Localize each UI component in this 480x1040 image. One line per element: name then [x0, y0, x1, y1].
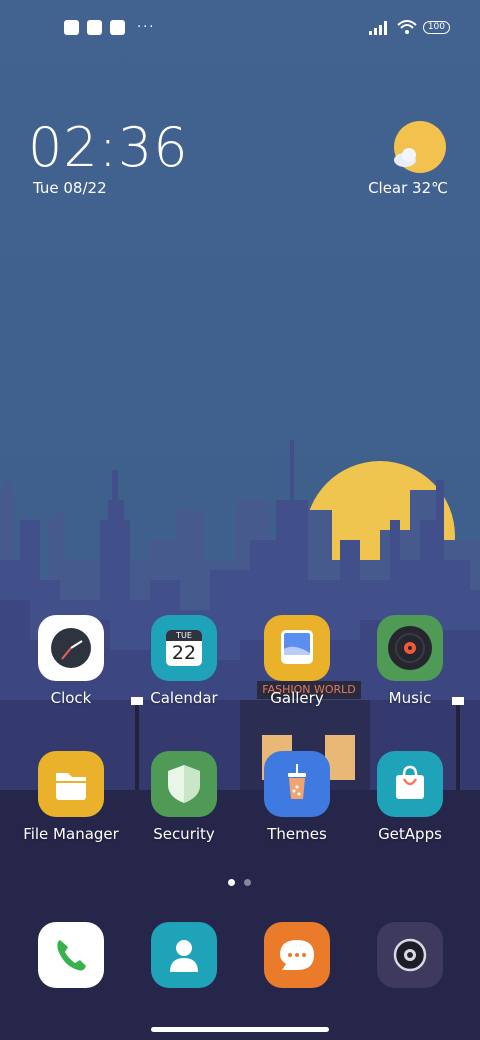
message-icon: [264, 922, 330, 988]
camera-icon: [377, 922, 443, 988]
app-label: Security: [153, 825, 215, 843]
app-getapps[interactable]: GetApps: [355, 751, 465, 843]
music-icon: [377, 615, 443, 681]
app-label: Calendar: [150, 689, 218, 707]
page-dot[interactable]: [244, 879, 251, 886]
app-label: Clock: [50, 689, 92, 707]
contacts-icon: [151, 922, 217, 988]
calendar-day-name: TUE: [166, 630, 202, 641]
calendar-day-number: 22: [171, 642, 197, 664]
app-clock[interactable]: Clock: [16, 615, 126, 707]
calendar-icon: TUE 22: [151, 615, 217, 681]
shopping-bag-icon: [377, 751, 443, 817]
clock-time[interactable]: 02:36: [28, 116, 189, 180]
app-label: GetApps: [378, 825, 442, 843]
app-file-manager[interactable]: File Manager: [16, 751, 126, 843]
clock-icon: [38, 615, 104, 681]
app-security[interactable]: Security: [129, 751, 239, 843]
app-themes[interactable]: Themes: [242, 751, 352, 843]
phone-icon: [38, 922, 104, 988]
app-label: Themes: [267, 825, 327, 843]
app-label: Gallery: [270, 689, 324, 707]
battery-indicator: 100: [422, 21, 450, 34]
app-label: Music: [388, 689, 432, 707]
more-notifications: ···: [137, 20, 156, 35]
page-indicator: [228, 879, 251, 886]
app-label: File Manager: [23, 825, 119, 843]
themes-icon: [264, 751, 330, 817]
folder-icon: [38, 751, 104, 817]
app-gallery[interactable]: Gallery: [242, 615, 352, 707]
app-calendar[interactable]: TUE 22 Calendar: [129, 615, 239, 707]
square-notification-icon: [87, 20, 102, 35]
home-indicator[interactable]: [151, 1027, 329, 1032]
dock-camera[interactable]: [355, 922, 465, 988]
status-bar: ··· 100: [0, 14, 480, 42]
shield-icon: [151, 751, 217, 817]
gallery-icon: [264, 615, 330, 681]
dock-contacts[interactable]: [129, 922, 239, 988]
app-music[interactable]: Music: [355, 615, 465, 707]
dock-messaging[interactable]: [242, 922, 352, 988]
sun-cloud-icon[interactable]: [392, 120, 448, 174]
signal-icon: [368, 20, 387, 35]
upload-icon: [110, 20, 125, 35]
weather-text[interactable]: Clear 32℃: [368, 179, 448, 197]
app-notification-icon: [64, 20, 79, 35]
dock-phone[interactable]: [16, 922, 126, 988]
page-dot-active[interactable]: [228, 879, 235, 886]
wifi-icon: [397, 20, 417, 34]
clock-date[interactable]: Tue 08/22: [33, 179, 107, 197]
